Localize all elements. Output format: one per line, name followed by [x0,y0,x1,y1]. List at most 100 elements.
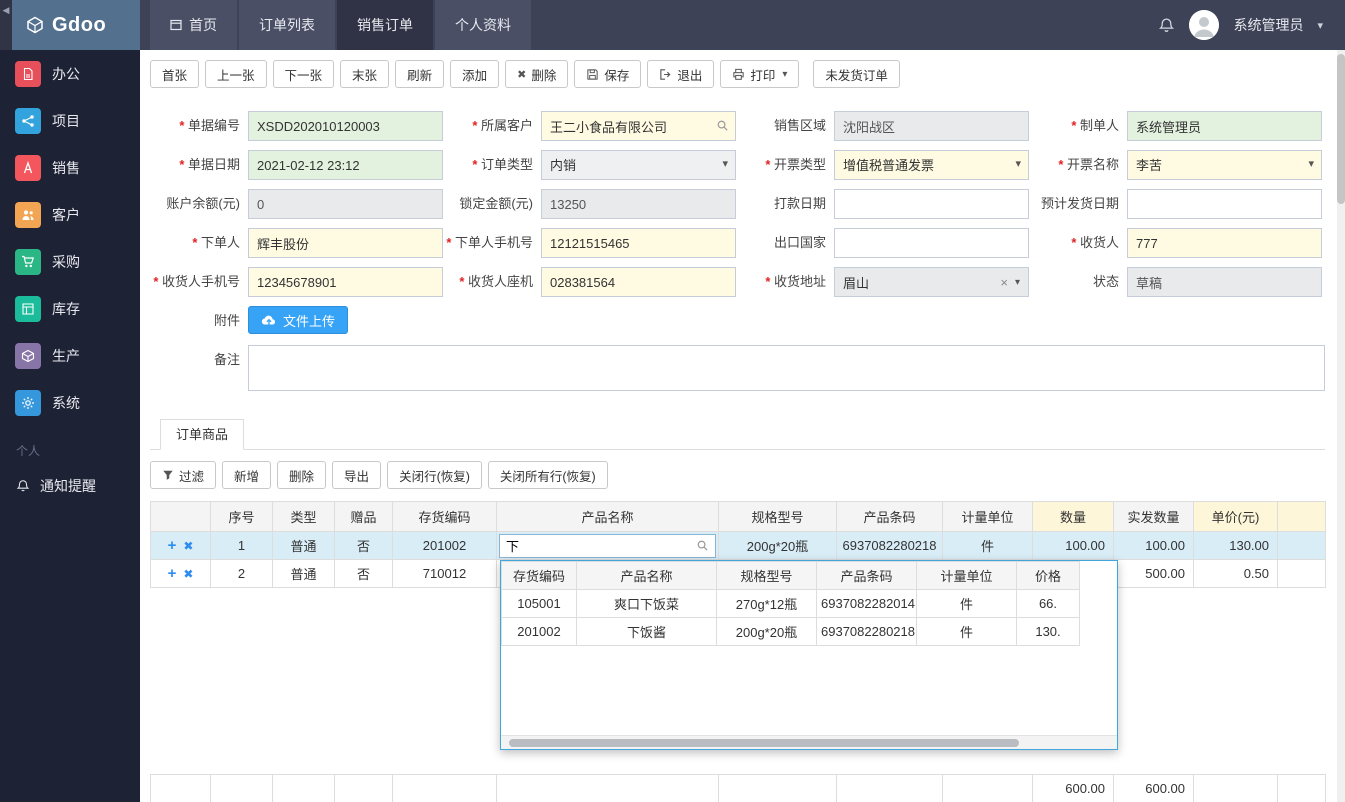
address-clear-icon[interactable]: × [1000,275,1008,290]
item-row-1[interactable]: +✖ 1 普通 否 201002 200g*20瓶 6937082280218 … [150,531,1326,560]
customer-search-icon[interactable] [716,119,729,132]
sidebar-item-inventory[interactable]: 库存 [0,285,140,332]
cell-partial [1277,559,1326,588]
user-avatar[interactable] [1189,10,1220,40]
notifications-bell-icon[interactable] [1158,17,1175,34]
order-type-select[interactable]: 内销 [541,150,736,180]
lookup-empty-area [501,646,1117,735]
delete-button[interactable]: ✖ 删除 [505,60,569,88]
sidebar-item-project[interactable]: 项目 [0,97,140,144]
grid-delete-button[interactable]: 删除 [277,461,327,489]
invoice-name-select[interactable]: 李苦 [1127,150,1322,180]
button-label: 删除 [289,469,315,484]
cell-unit-price[interactable]: 130.00 [1193,531,1278,560]
tab-order-items[interactable]: 订单商品 [160,419,245,450]
button-label: 首张 [162,68,188,83]
invoice-type-select[interactable]: 增值税普通发票 [834,150,1029,180]
lookup-scrollbar-thumb[interactable] [509,739,1019,747]
lookup-cell: 6937082280218 [816,617,917,646]
last-record-button[interactable]: 末张 [340,60,390,88]
cell-actual-qty[interactable]: 500.00 [1113,559,1194,588]
consignee-tel-input[interactable] [541,267,736,297]
cell-spec: 200g*20瓶 [718,531,837,560]
nav-tab-home[interactable]: 首页 [150,0,237,50]
first-record-button[interactable]: 首张 [150,60,200,88]
main-nav: 首页 订单列表 销售订单 个人资料 [150,0,533,50]
sidebar-item-customer[interactable]: 客户 [0,191,140,238]
username[interactable]: 系统管理员 [1233,15,1303,35]
est-ship-date-input[interactable] [1127,189,1322,219]
creator-input[interactable] [1127,111,1322,141]
brand-logo[interactable]: Gdoo [12,0,140,50]
export-country-input[interactable] [834,228,1029,258]
remark-textarea[interactable] [248,345,1325,391]
customer-input[interactable] [541,111,736,141]
people-icon [15,201,41,228]
nav-tab-profile[interactable]: 个人资料 [435,0,531,50]
unshipped-orders-button[interactable]: 未发货订单 [813,60,900,88]
sidebar-item-notifications[interactable]: 通知提醒 [0,465,140,507]
save-button[interactable]: 保存 [574,60,642,88]
add-row-icon[interactable]: + [168,537,177,554]
orderer-input[interactable] [248,228,443,258]
nav-tab-order-list[interactable]: 订单列表 [239,0,335,50]
locked-amount-input [541,189,736,219]
doc-date-input[interactable] [248,150,443,180]
nav-tab-sales-order[interactable]: 销售订单 [337,0,433,50]
cell-qty[interactable]: 100.00 [1032,531,1114,560]
cell-actual-qty[interactable]: 100.00 [1113,531,1194,560]
next-record-button[interactable]: 下一张 [272,60,335,88]
sidebar-item-purchase[interactable]: 采购 [0,238,140,285]
product-lookup-dropdown: 存货编码 产品名称 规格型号 产品条码 计量单位 价格 105001 爽口下饭菜… [500,560,1118,750]
upload-button[interactable]: 文件上传 [248,306,349,334]
sidebar-item-label: 销售 [52,159,80,176]
field-creator: 制单人 [1029,111,1322,141]
consignee-input[interactable] [1127,228,1322,258]
field-label: 制单人 [1029,111,1127,141]
print-button[interactable]: 打印 ▾ [720,60,800,88]
address-caret-icon: ▾ [1014,276,1020,288]
person-icon [1189,10,1220,40]
grid-add-button[interactable]: 新增 [222,461,272,489]
page-scrollbar-thumb[interactable] [1337,54,1345,204]
sidebar: 办公 项目 销售 客户 采购 库存 生产 系统 个人 通知提醒 [0,50,140,802]
exit-button[interactable]: 退出 [647,60,715,88]
sidebar-item-office[interactable]: 办公 [0,50,140,97]
orderer-phone-input[interactable] [541,228,736,258]
pay-date-input[interactable] [834,189,1029,219]
share-icon [15,107,41,134]
user-menu-caret-icon[interactable]: ▾ [1317,19,1323,32]
consignee-phone-input[interactable] [248,267,443,297]
close-all-rows-button[interactable]: 关闭所有行(恢复) [487,461,608,489]
sidebar-item-production[interactable]: 生产 [0,332,140,379]
lookup-table: 存货编码 产品名称 规格型号 产品条码 计量单位 价格 105001 爽口下饭菜… [501,561,1080,646]
field-est-ship-date: 预计发货日期 [1029,189,1322,219]
page-vertical-scrollbar[interactable] [1337,50,1345,802]
grid-export-button[interactable]: 导出 [332,461,382,489]
product-name-input[interactable] [499,533,716,558]
doc-no-input[interactable] [248,111,443,141]
cell-unit-price[interactable]: 0.50 [1193,559,1278,588]
filter-button[interactable]: 过滤 [150,461,217,489]
delete-row-icon[interactable]: ✖ [183,567,193,581]
lookup-row-2[interactable]: 201002 下饭酱 200g*20瓶 6937082280218 件 130. [501,617,1080,646]
col-gift: 赠品 [334,501,393,532]
sidebar-item-sales[interactable]: 销售 [0,144,140,191]
bell-icon [16,480,30,492]
sidebar-item-system[interactable]: 系统 [0,379,140,426]
refresh-button[interactable]: 刷新 [395,60,445,88]
add-row-icon[interactable]: + [168,565,177,582]
lookup-horizontal-scrollbar[interactable] [501,735,1117,749]
prev-record-button[interactable]: 上一张 [205,60,267,88]
field-consignee-phone: 收货人手机号 [150,267,443,297]
sidebar-collapse-icon[interactable]: ◀ [0,0,12,50]
lookup-row-1[interactable]: 105001 爽口下饭菜 270g*12瓶 6937082282014 件 66… [501,589,1080,618]
product-search-icon[interactable] [696,539,709,552]
close-row-button[interactable]: 关闭行(恢复) [387,461,482,489]
address-select[interactable]: 眉山 × ▾ [834,267,1029,297]
add-button[interactable]: 添加 [450,60,500,88]
cell-partial [1277,531,1326,560]
delete-row-icon[interactable]: ✖ [183,539,193,553]
exit-icon [660,68,671,80]
cell-barcode: 6937082280218 [836,531,943,560]
